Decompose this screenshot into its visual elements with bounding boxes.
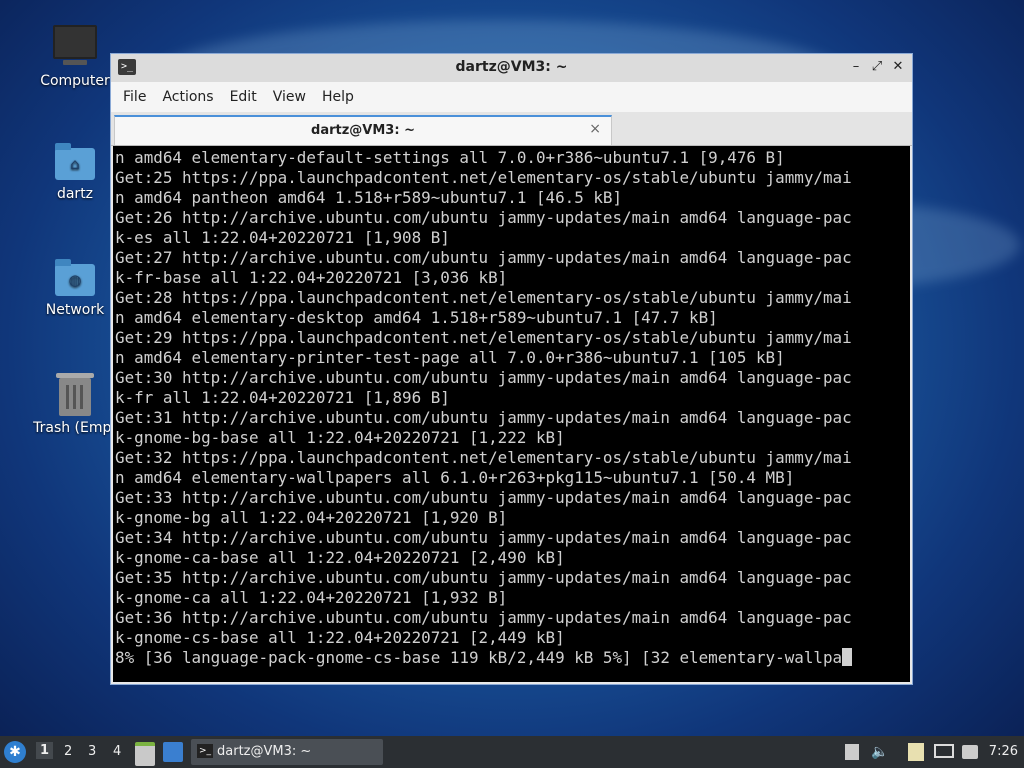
terminal-line: n amd64 elementary-desktop amd64 1.518+r… [115, 308, 718, 327]
workspace-4[interactable]: 4 [113, 744, 121, 759]
terminal-line: Get:35 http://archive.ubuntu.com/ubuntu … [115, 568, 852, 587]
progress-text: 8% [36 language-pack-gnome-cs-base 119 k… [115, 648, 843, 667]
clipboard-icon[interactable] [908, 743, 924, 761]
tab-close-icon[interactable]: × [589, 121, 601, 137]
window-titlebar[interactable]: >_ dartz@VM3: ~ – ⤢ ✕ [111, 54, 912, 82]
terminal-window[interactable]: >_ dartz@VM3: ~ – ⤢ ✕ File Actions Edit … [110, 53, 913, 685]
volume-icon[interactable]: 🔈 [871, 744, 888, 760]
terminal-line: Get:25 https://ppa.launchpadcontent.net/… [115, 168, 852, 187]
window-title: dartz@VM3: ~ [455, 59, 568, 75]
taskbar-task-terminal[interactable]: >_ dartz@VM3: ~ [191, 739, 383, 765]
terminal-line: k-gnome-ca-base all 1:22.04+20220721 [2,… [115, 548, 565, 567]
menu-file[interactable]: File [115, 89, 154, 105]
lubuntu-menu-icon[interactable]: ✱ [4, 741, 26, 763]
terminal-line: k-fr-base all 1:22.04+20220721 [3,036 kB… [115, 268, 508, 287]
tab-terminal[interactable]: dartz@VM3: ~ × [114, 115, 612, 145]
menu-view[interactable]: View [265, 89, 314, 105]
clock[interactable]: 7:26 [989, 744, 1018, 759]
tab-bar: dartz@VM3: ~ × [111, 112, 912, 146]
workspace-3[interactable]: 3 [88, 744, 96, 759]
terminal-output[interactable]: n amd64 elementary-default-settings all … [113, 146, 910, 682]
network-icon[interactable] [934, 744, 954, 758]
terminal-line: k-gnome-bg-base all 1:22.04+20220721 [1,… [115, 428, 565, 447]
menu-help[interactable]: Help [314, 89, 362, 105]
terminal-progress-line: 8% [36 language-pack-gnome-cs-base 119 k… [115, 648, 910, 668]
update-notifier-icon[interactable] [845, 744, 859, 760]
menu-edit[interactable]: Edit [222, 89, 265, 105]
terminal-line: k-gnome-bg all 1:22.04+20220721 [1,920 B… [115, 508, 508, 527]
terminal-line: Get:36 http://archive.ubuntu.com/ubuntu … [115, 608, 852, 627]
terminal-line: k-gnome-cs-base all 1:22.04+20220721 [2,… [115, 628, 565, 647]
terminal-line: Get:29 https://ppa.launchpadcontent.net/… [115, 328, 852, 347]
close-button[interactable]: ✕ [890, 59, 906, 75]
tab-label: dartz@VM3: ~ [311, 123, 415, 138]
workspace-1[interactable]: 1 [36, 742, 54, 759]
terminal-line: k-fr all 1:22.04+20220721 [1,896 B] [115, 388, 450, 407]
terminal-line: Get:30 http://archive.ubuntu.com/ubuntu … [115, 368, 852, 387]
terminal-line: Get:33 http://archive.ubuntu.com/ubuntu … [115, 488, 852, 507]
terminal-line: k-gnome-ca all 1:22.04+20220721 [1,932 B… [115, 588, 508, 607]
terminal-line: Get:27 http://archive.ubuntu.com/ubuntu … [115, 248, 852, 267]
show-desktop-icon[interactable] [163, 742, 183, 762]
terminal-line: Get:26 http://archive.ubuntu.com/ubuntu … [115, 208, 852, 227]
maximize-button[interactable]: ⤢ [869, 59, 885, 75]
notification-icon[interactable] [962, 745, 978, 759]
file-manager-icon[interactable] [135, 742, 155, 766]
home-folder-icon: ⌂ [55, 143, 95, 180]
terminal-line: k-es all 1:22.04+20220721 [1,908 B] [115, 228, 450, 247]
terminal-cursor [842, 648, 853, 666]
network-folder-icon: ◍ [55, 259, 95, 296]
terminal-line: n amd64 elementary-wallpapers all 6.1.0+… [115, 468, 795, 487]
task-label: dartz@VM3: ~ [217, 744, 312, 759]
terminal-line: Get:28 https://ppa.launchpadcontent.net/… [115, 288, 852, 307]
taskbar: ✱ 1 2 3 4 >_ dartz@VM3: ~ 🔈 7:26 [0, 736, 1024, 768]
terminal-icon: >_ [197, 744, 213, 758]
minimize-button[interactable]: – [848, 59, 864, 75]
terminal-line: Get:32 https://ppa.launchpadcontent.net/… [115, 448, 852, 467]
terminal-line: Get:31 http://archive.ubuntu.com/ubuntu … [115, 408, 852, 427]
trash-icon [56, 373, 94, 416]
terminal-line: n amd64 elementary-default-settings all … [115, 148, 785, 167]
menu-bar: File Actions Edit View Help [111, 82, 912, 112]
workspace-2[interactable]: 2 [64, 744, 72, 759]
menu-actions[interactable]: Actions [154, 89, 221, 105]
terminal-line: n amd64 pantheon amd64 1.518+r589~ubuntu… [115, 188, 623, 207]
terminal-line: Get:34 http://archive.ubuntu.com/ubuntu … [115, 528, 852, 547]
computer-icon [53, 25, 97, 65]
terminal-line: n amd64 elementary-printer-test-page all… [115, 348, 785, 367]
